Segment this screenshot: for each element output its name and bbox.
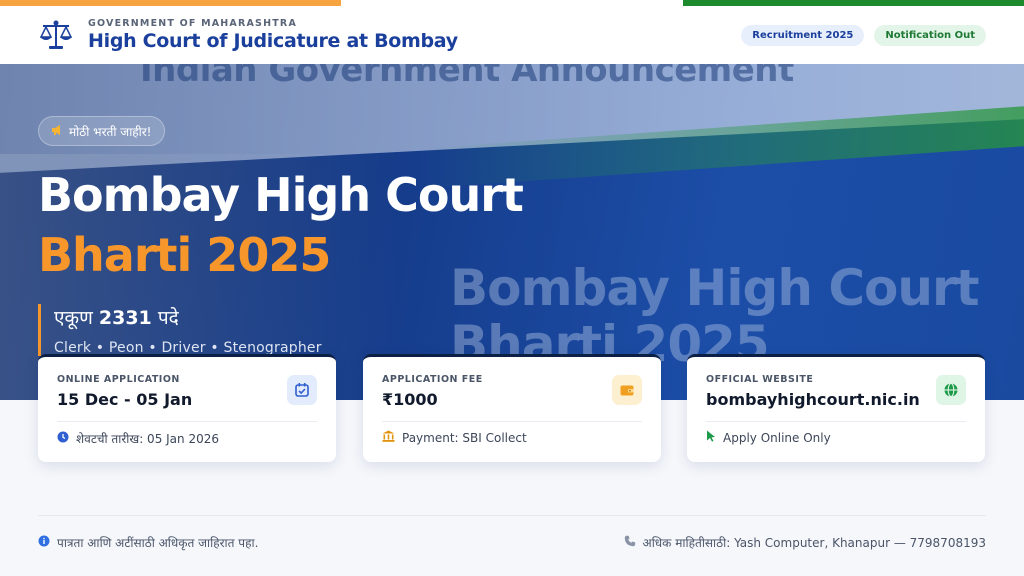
posts-count: 2331 — [98, 307, 152, 329]
card-footer-text: Apply Online Only — [723, 430, 831, 445]
recruitment-badge: Recruitment 2025 — [741, 24, 865, 46]
card-footer: Payment: SBI Collect — [382, 430, 527, 445]
posts-prefix: एकूण — [54, 307, 93, 329]
scales-of-justice-icon — [38, 17, 74, 53]
footer-note-text: पात्रता आणि अटींसाठी अधिकृत जाहिरात पहा. — [57, 536, 259, 550]
application-fee-card: APPLICATION FEE ₹1000 Payment: SBI Colle… — [363, 354, 661, 462]
card-divider — [382, 421, 642, 422]
megaphone-icon — [51, 124, 63, 139]
card-label: ONLINE APPLICATION — [57, 374, 180, 385]
card-value: ₹1000 — [382, 390, 438, 409]
card-divider — [57, 421, 317, 422]
hero-title-line1: Bombay High Court — [38, 168, 524, 222]
phone-icon — [624, 535, 636, 550]
notification-badge: Notification Out — [874, 24, 986, 46]
header-pills: Recruitment 2025 Notification Out — [741, 24, 986, 46]
official-website-card: OFFICIAL WEBSITE bombayhighcourt.nic.in … — [687, 354, 985, 462]
card-divider — [706, 421, 966, 422]
bank-icon — [382, 430, 395, 445]
card-footer: शेवटची तारीख: 05 Jan 2026 — [57, 430, 219, 447]
online-application-card: ONLINE APPLICATION 15 Dec - 05 Jan शेवटच… — [38, 354, 336, 462]
card-footer-text: Payment: SBI Collect — [402, 430, 527, 445]
org-label: GOVERNMENT OF MAHARASHTRA — [88, 18, 297, 29]
card-footer-text: शेवटची तारीख: 05 Jan 2026 — [76, 432, 219, 446]
site-title: High Court of Judicature at Bombay — [88, 30, 458, 52]
footer-contact-text: अधिक माहितीसाठी: Yash Computer, Khanapur… — [642, 536, 986, 550]
info-icon — [38, 535, 50, 550]
hero-bg-text-top: Indian Government Announcement — [140, 64, 794, 90]
wallet-icon — [612, 375, 642, 405]
footer-contact: अधिक माहितीसाठी: Yash Computer, Khanapur… — [624, 534, 986, 551]
card-footer: Apply Online Only — [706, 430, 831, 445]
footer-note: पात्रता आणि अटींसाठी अधिकृत जाहिरात पहा. — [38, 534, 258, 551]
footer-divider — [38, 515, 986, 516]
hero-title-line2: Bharti 2025 — [38, 228, 331, 282]
posts-suffix: पदे — [157, 307, 179, 329]
card-label: OFFICIAL WEBSITE — [706, 374, 814, 385]
brand-block: GOVERNMENT OF MAHARASHTRA High Court of … — [88, 18, 458, 52]
card-label: APPLICATION FEE — [382, 374, 483, 385]
clock-icon — [57, 431, 69, 446]
site-header: GOVERNMENT OF MAHARASHTRA High Court of … — [0, 6, 1024, 64]
website-link[interactable]: bombayhighcourt.nic.in — [706, 390, 966, 409]
cursor-icon — [706, 430, 716, 445]
hero-banner: Indian Government Announcement Bombay Hi… — [0, 64, 1024, 400]
card-value: 15 Dec - 05 Jan — [57, 390, 193, 409]
calendar-check-icon — [287, 375, 317, 405]
announcement-tag: मोठी भरती जाहीर! — [38, 116, 165, 146]
announcement-text: मोठी भरती जाहीर! — [69, 124, 152, 139]
total-posts: एकूण 2331 पदे — [54, 304, 322, 330]
posts-summary: एकूण 2331 पदे Clerk • Peon • Driver • St… — [38, 304, 322, 356]
globe-icon — [936, 375, 966, 405]
hero-bg-text-line1: Bombay High Court — [450, 259, 980, 317]
